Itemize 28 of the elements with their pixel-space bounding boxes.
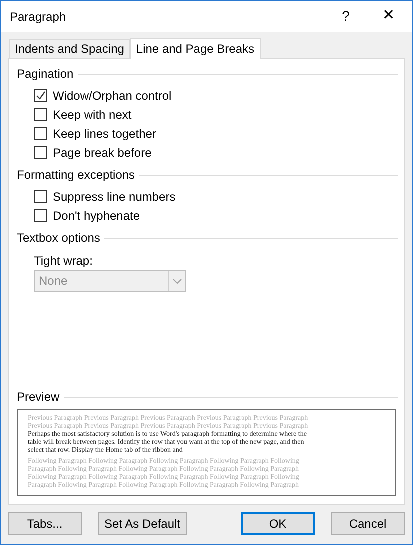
section-title: Formatting exceptions (17, 167, 136, 184)
checkbox-label: Keep lines together (53, 126, 156, 142)
field-label: Tight wrap: (34, 253, 94, 270)
checkbox-label: Suppress line numbers (53, 188, 176, 206)
checkbox-label: Keep with next (53, 106, 132, 124)
checkbox-label: Widow/Orphan control (53, 88, 172, 104)
dialog-button[interactable]: OK (241, 512, 315, 535)
checkbox[interactable] (34, 127, 47, 140)
window-title: Paragraph (9, 8, 68, 26)
checkbox[interactable] (34, 209, 47, 222)
dialog-button[interactable]: Set As Default (98, 512, 187, 535)
checkmark-icon (36, 90, 46, 100)
checkbox[interactable] (34, 190, 47, 203)
checkbox[interactable] (34, 108, 47, 121)
section-title: Pagination (17, 66, 74, 83)
dialog-button[interactable]: Cancel (331, 512, 405, 535)
tab[interactable]: Line and Page Breaks (130, 38, 261, 59)
close-button[interactable]: ✕ (366, 1, 412, 32)
checkbox[interactable] (34, 146, 47, 159)
checkbox-label: Don't hyphenate (53, 208, 140, 224)
section-title: Preview (17, 389, 60, 406)
help-button[interactable]: ? (326, 1, 366, 32)
checkbox-label: Page break before (53, 144, 152, 162)
section-title: Textbox options (17, 230, 100, 247)
tab[interactable]: Indents and Spacing (9, 39, 130, 58)
dialog-button[interactable]: Tabs... (8, 512, 82, 535)
checkbox[interactable] (34, 89, 47, 102)
chevron-down-icon (172, 278, 182, 284)
